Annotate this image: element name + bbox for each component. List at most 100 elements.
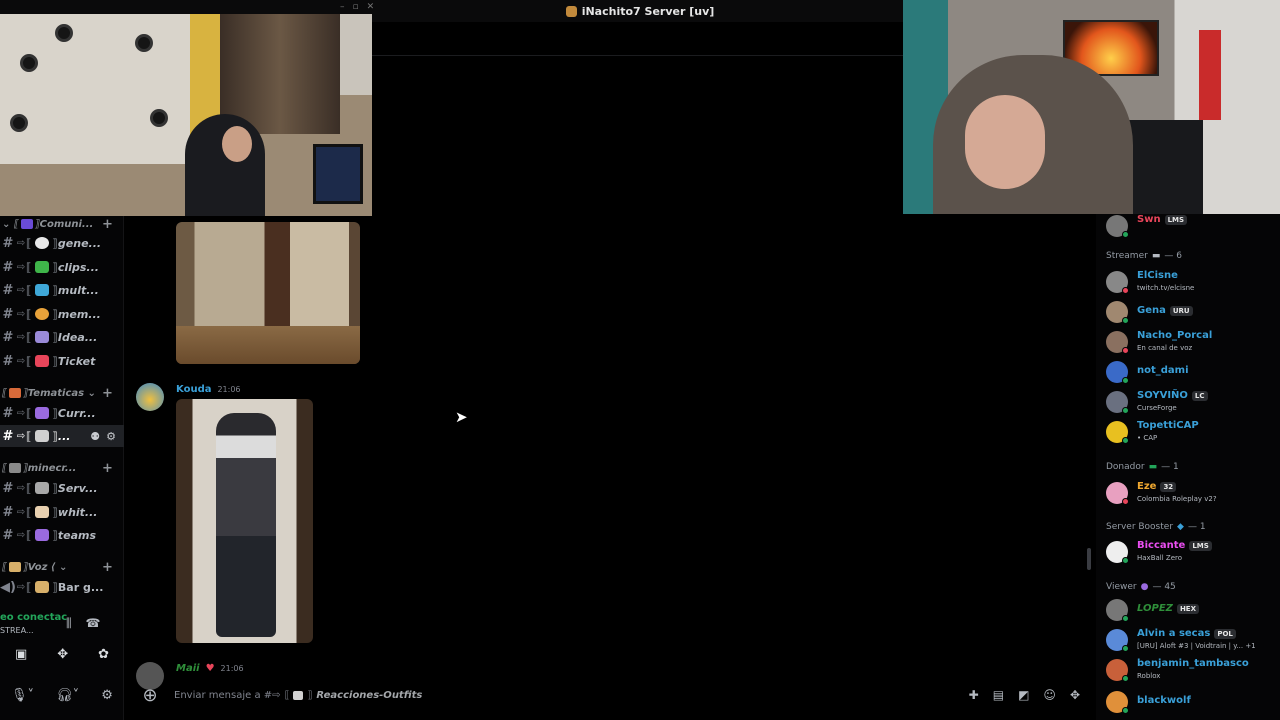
category-label: Comuni... xyxy=(39,218,94,230)
headphones-icon[interactable]: 🎧︎˅ xyxy=(56,688,79,703)
apps-icon[interactable]: ✥ xyxy=(1070,688,1080,702)
server-icon xyxy=(565,5,577,17)
attachment-image-outfit-mirror[interactable] xyxy=(176,399,313,643)
gear-icon[interactable]: ⚙ xyxy=(101,688,113,703)
message-composer: ⊕ Enviar mensaje a #⇨ ⟦ ⟧ Reacciones-Outf… xyxy=(126,676,1096,714)
microphone-icon[interactable]: 🎙︎˅ xyxy=(11,688,34,703)
category-label: minecr... xyxy=(27,462,77,474)
maximize-icon[interactable]: ▫ xyxy=(353,2,359,12)
mouse-cursor: ➤ xyxy=(455,408,468,426)
add-channel-icon[interactable]: + xyxy=(102,461,113,476)
close-icon[interactable]: ✕ xyxy=(367,2,375,12)
channel-name: Bar g... xyxy=(57,580,104,594)
category-comunidad[interactable]: ⌄ ⟦ ⟧ Comuni... + xyxy=(2,215,113,233)
message-author[interactable]: Maii xyxy=(176,663,200,674)
member-name: TopettiCAP xyxy=(1137,420,1199,431)
member-group-header: Viewer ● — 45 xyxy=(1106,582,1176,592)
channel-ideas[interactable]: # ⇨ ⟦ ⟧ Idea... xyxy=(0,326,124,348)
gear-icon[interactable]: ⚙ xyxy=(106,430,116,443)
category-label: Tematicas xyxy=(27,387,85,399)
emoji-icon xyxy=(35,308,50,320)
message-time: 21:06 xyxy=(220,664,244,673)
member-status: Roblox xyxy=(1137,672,1161,680)
member-status: En canal de voz xyxy=(1137,344,1193,352)
member-tag: LMS xyxy=(1164,214,1188,225)
member-item[interactable]: Gena URU xyxy=(1104,298,1274,328)
channel-name: clips... xyxy=(57,260,99,274)
channel-voice-bar[interactable]: ◀) ⇨ ⟦ ⟧ Bar g... xyxy=(0,576,124,598)
clover-icon xyxy=(35,261,50,273)
emoji-icon[interactable]: ☺ xyxy=(1043,688,1056,702)
channel-teams[interactable]: # ⇨ ⟦ ⟧ teams xyxy=(0,524,124,546)
channel-mult[interactable]: # ⇨ ⟦ ⟧ mult... xyxy=(0,279,124,301)
channel-name: gene... xyxy=(57,236,102,250)
attachment-image-outfit-pants[interactable] xyxy=(176,222,360,364)
member-item[interactable]: Alvin a secas POL [URU] Aloft #3 | Voidtr… xyxy=(1104,626,1274,656)
member-item[interactable]: Eze 32 Colombia Roleplay v2? xyxy=(1104,479,1274,509)
avatar[interactable] xyxy=(136,383,164,411)
member-item[interactable]: not_dami xyxy=(1104,358,1274,388)
screen-share-icon[interactable]: ▣ xyxy=(15,647,27,662)
webcam-overlay-right xyxy=(903,0,1280,214)
speech-icon xyxy=(35,237,50,249)
gift-icon[interactable]: ✚ xyxy=(969,688,979,702)
pickaxe-icon xyxy=(35,482,50,494)
member-item[interactable]: SOYVIÑO LC CurseForge xyxy=(1104,388,1274,418)
glasses-icon xyxy=(35,430,50,442)
member-item[interactable]: Swn LMS xyxy=(1104,212,1274,242)
member-tag: LC xyxy=(1191,390,1208,401)
message-author[interactable]: Kouda xyxy=(176,384,211,395)
channel-curr[interactable]: # ⇨ ⟦ ⟧ Curr... xyxy=(0,402,124,424)
member-item[interactable]: Nacho_Porcal En canal de voz xyxy=(1104,328,1274,358)
add-channel-icon[interactable]: + xyxy=(102,386,113,401)
member-group-header: Server Booster ◆ — 1 xyxy=(1106,522,1206,532)
channel-memes[interactable]: # ⇨ ⟦ ⟧ mem... xyxy=(0,303,124,325)
bar-icon xyxy=(35,581,50,593)
ticket-icon xyxy=(35,355,50,367)
category-voz[interactable]: ⟦ ⟧ Voz ⟨ ⌄ + xyxy=(2,558,113,576)
sticker-icon[interactable]: ◩ xyxy=(1018,688,1029,702)
channel-name: mult... xyxy=(57,283,99,297)
minimize-icon[interactable]: – xyxy=(340,2,345,12)
gif-icon[interactable]: ▤ xyxy=(993,688,1004,702)
member-group-header: Donador ▬ — 1 xyxy=(1106,462,1179,472)
member-item[interactable]: LOPEZ HEX xyxy=(1104,596,1274,626)
activities-icon[interactable]: ✥ xyxy=(57,647,68,662)
soundboard-icon[interactable]: ✿ xyxy=(98,647,109,662)
channel-general[interactable]: # ⇨ ⟦ ⟧ gene... xyxy=(0,232,124,254)
member-item[interactable]: Biccante LMS HaxBall Zero xyxy=(1104,538,1274,568)
document-icon xyxy=(35,506,50,518)
member-item[interactable]: TopettiCAP • CAP xyxy=(1104,418,1274,448)
channel-reacciones-outfits[interactable]: # ⇨ ⟦ ⟧ ... ⚉ ⚙ xyxy=(0,425,124,447)
composer-channel: Reacciones-Outfits xyxy=(316,689,423,701)
monitor-icon xyxy=(35,284,50,296)
member-item[interactable]: benjamin_tambasco Roblox xyxy=(1104,656,1274,686)
channel-whit[interactable]: # ⇨ ⟦ ⟧ whit... xyxy=(0,501,124,523)
disconnect-icon[interactable]: ☎ xyxy=(86,616,101,631)
add-channel-icon[interactable]: + xyxy=(102,217,113,232)
notebook-icon xyxy=(35,331,50,343)
member-name: not_dami xyxy=(1137,365,1189,376)
member-status: Colombia Roleplay v2? xyxy=(1137,495,1217,503)
category-minecraft[interactable]: ⟦ ⟧ minecr... + xyxy=(2,459,113,477)
composer-input[interactable]: Enviar mensaje a #⇨ ⟦ ⟧ Reacciones-Outfit… xyxy=(174,690,422,701)
heart-icon: ♥ xyxy=(205,663,215,674)
channel-clips[interactable]: # ⇨ ⟦ ⟧ clips... xyxy=(0,256,124,278)
member-name: LOPEZ xyxy=(1137,603,1173,614)
channel-name: Curr... xyxy=(57,406,96,420)
chat-scrollbar[interactable] xyxy=(1087,548,1091,570)
member-item[interactable]: ElCisne twitch.tv/elcisne xyxy=(1104,268,1274,298)
category-label: Voz xyxy=(27,561,48,573)
hash-icon: # xyxy=(2,235,14,251)
window-title-text: iNachito7 Server [uv] xyxy=(581,4,715,18)
channel-serv[interactable]: # ⇨ ⟦ ⟧ Serv... xyxy=(0,477,124,499)
member-item[interactable]: blackwolf xyxy=(1104,688,1274,718)
add-channel-icon[interactable]: + xyxy=(102,560,113,575)
category-tematicas[interactable]: ⟦ ⟧ Tematicas ⌄ + xyxy=(2,384,113,402)
member-status: [URU] Aloft #3 | Voidtrain | y... +1 xyxy=(1137,642,1256,650)
noise-suppression-icon[interactable]: ⫼ xyxy=(66,616,72,631)
upload-plus-icon[interactable]: ⊕ xyxy=(126,685,174,706)
channel-name: Serv... xyxy=(57,481,98,495)
add-member-icon[interactable]: ⚉ xyxy=(90,430,100,443)
channel-ticket[interactable]: # ⇨ ⟦ ⟧ Ticket xyxy=(0,350,124,372)
